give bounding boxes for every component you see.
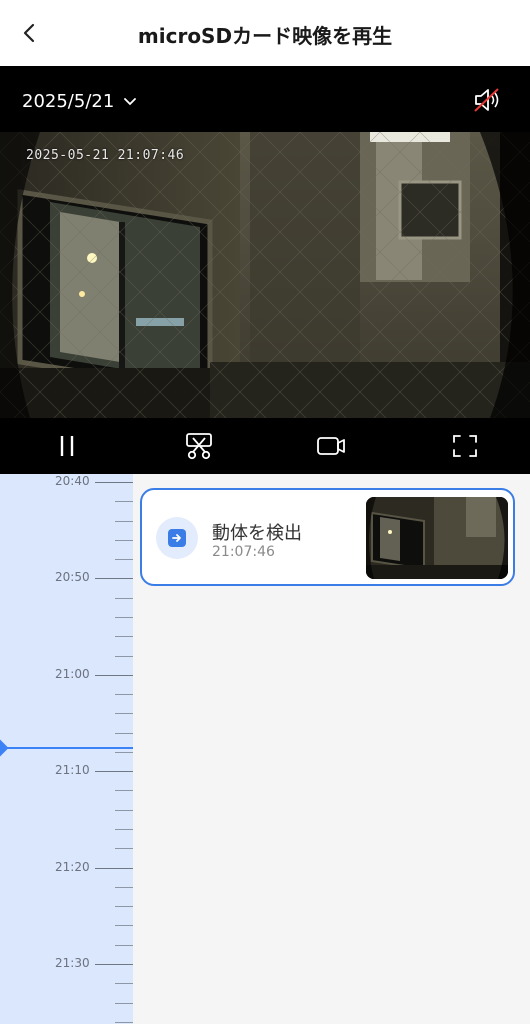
timeline-label: 21:10 xyxy=(55,763,90,778)
timeline-minor-tick xyxy=(115,520,133,522)
timeline-minor-tick xyxy=(115,925,133,927)
timeline-label: 21:20 xyxy=(55,859,90,874)
timeline-minor-tick xyxy=(115,501,133,503)
timeline-cursor-handle[interactable] xyxy=(0,739,9,757)
speaker-muted-icon xyxy=(474,88,499,112)
camera-feed[interactable] xyxy=(0,132,530,418)
timeline-minor-tick xyxy=(115,616,133,618)
timeline-label: 20:50 xyxy=(55,570,90,585)
osd-timestamp: 2025-05-21 21:07:46 xyxy=(26,148,185,163)
timeline-label: 20:40 xyxy=(55,474,90,488)
timeline-minor-tick xyxy=(115,848,133,850)
timeline-minor-tick xyxy=(115,906,133,908)
timeline-label: 21:00 xyxy=(55,666,90,681)
timeline-minor-tick xyxy=(115,886,133,888)
page-title: microSDカード映像を再生 xyxy=(137,24,393,48)
app-header: microSDカード映像を再生 xyxy=(0,0,530,66)
timeline-minor-tick xyxy=(115,539,133,541)
record-button[interactable] xyxy=(316,432,346,460)
timeline-minor-tick xyxy=(115,559,133,561)
timeline-minor-tick xyxy=(115,809,133,811)
thumbnail-image xyxy=(366,497,508,579)
timeline-minor-tick xyxy=(115,655,133,657)
fullscreen-button[interactable] xyxy=(450,432,480,460)
timeline-minor-tick xyxy=(115,636,133,638)
timeline-minor-tick xyxy=(115,1021,133,1023)
timeline-minor-tick xyxy=(115,694,133,696)
timeline-minor-tick xyxy=(115,944,133,946)
timeline-minor-tick xyxy=(115,597,133,599)
event-time: 21:07:46 xyxy=(212,544,275,560)
scissors-icon xyxy=(186,433,212,460)
timeline-label: 21:30 xyxy=(55,956,90,970)
timeline-minor-tick xyxy=(115,983,133,985)
timeline-scrubber[interactable]: 21:30 21:20 21:10 21:00 20:50 20:40 xyxy=(0,474,133,1024)
event-thumbnail[interactable] xyxy=(366,497,508,579)
mute-button[interactable] xyxy=(472,86,502,114)
motion-arrow-icon xyxy=(168,529,186,547)
timeline-minor-tick xyxy=(115,829,133,831)
timeline-minor-tick xyxy=(115,1002,133,1004)
pause-button[interactable] xyxy=(52,432,82,460)
clip-button[interactable] xyxy=(184,432,214,460)
timeline-major-tick xyxy=(95,482,133,483)
date-selector[interactable]: 2025/5/21 xyxy=(22,88,138,114)
event-icon-badge xyxy=(156,517,198,559)
video-camera-icon xyxy=(317,437,345,455)
event-card[interactable]: 動体を検出 21:07:46 xyxy=(140,488,515,586)
timeline-major-tick xyxy=(95,867,133,869)
camera-scene-image xyxy=(0,132,530,418)
timeline-major-tick xyxy=(95,771,133,773)
timeline-minor-tick xyxy=(115,732,133,734)
player-controls xyxy=(0,418,530,474)
date-label: 2025/5/21 xyxy=(22,90,115,112)
chevron-down-icon xyxy=(124,98,137,106)
timeline-major-tick xyxy=(95,578,133,580)
timeline-major-tick xyxy=(95,674,133,676)
pause-icon xyxy=(60,436,74,456)
fullscreen-icon xyxy=(453,435,477,457)
timeline-minor-tick xyxy=(115,713,133,715)
timeline-major-tick xyxy=(95,964,133,965)
timeline-minor-tick xyxy=(115,751,133,753)
timeline-minor-tick xyxy=(115,790,133,792)
timeline-cursor[interactable] xyxy=(0,747,133,749)
event-title: 動体を検出 xyxy=(212,523,302,544)
